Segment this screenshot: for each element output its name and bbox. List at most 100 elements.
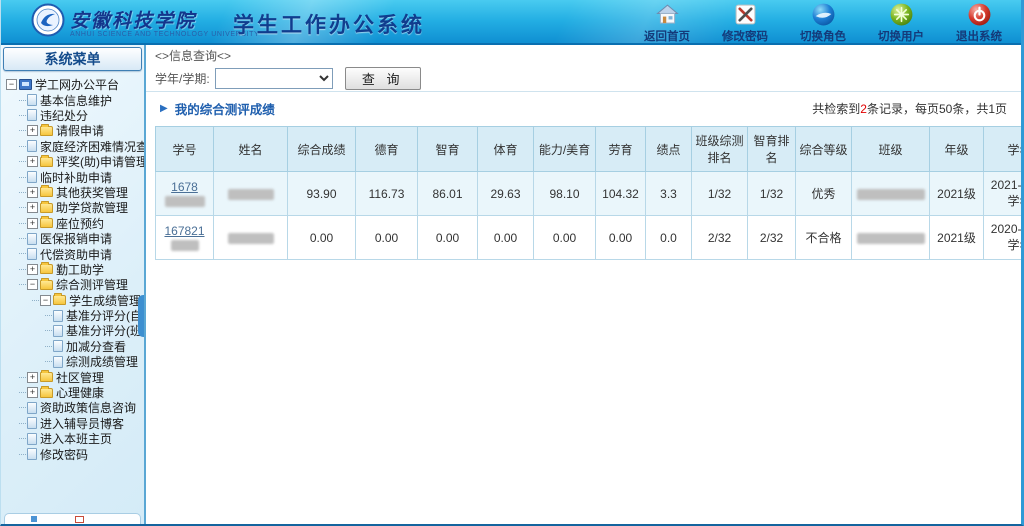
cell-moral-score: 0.00 <box>356 216 418 260</box>
expand-icon[interactable]: + <box>27 264 38 275</box>
header-action-label: 返回首页 <box>644 28 690 44</box>
table-row: 1678210.000.000.000.000.000.000.02/322/3… <box>156 216 1022 260</box>
tree-item[interactable]: 进入本班主页 <box>3 431 144 446</box>
tree-connector <box>19 130 26 131</box>
folder-icon <box>40 157 53 167</box>
cell-ability-aesthetic-score: 98.10 <box>534 172 596 216</box>
tree-item[interactable]: 违纪处分 <box>3 108 144 123</box>
tree-item[interactable]: +其他获奖管理 <box>3 185 144 200</box>
tree-item[interactable]: 代偿资助申请 <box>3 246 144 261</box>
column-overall-grade: 综合等级 <box>796 127 852 172</box>
university-name-en: ANHUI SCIENCE AND TECHNOLOGY UNIVERSITY <box>70 31 259 38</box>
cell-academic-year: 2021-2022学年 <box>984 172 1022 216</box>
redacted-name <box>228 189 274 200</box>
page-icon <box>27 140 37 152</box>
results-table: 学号姓名综合成绩德育智育体育能力/美育劳育绩点班级综测排名智育排名综合等级班级年… <box>155 126 1021 260</box>
tree-item[interactable]: +助学贷款管理 <box>3 200 144 215</box>
tree-connector <box>19 454 26 455</box>
expand-icon[interactable]: + <box>27 218 38 229</box>
sidebar-menu-title[interactable]: 系统菜单 <box>3 47 142 71</box>
column-gpa: 绩点 <box>646 127 692 172</box>
cell-class-overall-rank: 1/32 <box>692 172 748 216</box>
tree-item[interactable]: 医保报销申请 <box>3 231 144 246</box>
header-action-label: 切换用户 <box>878 28 924 44</box>
tree-item[interactable]: +心理健康 <box>3 385 144 400</box>
tree-item[interactable]: −学生成绩管理 <box>3 292 144 307</box>
header-action-4[interactable]: 切换用户 <box>875 2 927 44</box>
sidebar-bottom-bar[interactable] <box>4 513 141 524</box>
header-action-1[interactable]: 返回首页 <box>641 2 693 44</box>
tree-item[interactable]: −学工网办公平台 <box>3 77 144 92</box>
tree-item[interactable]: 加减分查看 <box>3 339 144 354</box>
expand-icon[interactable]: + <box>27 202 38 213</box>
student-id-link[interactable]: 1678 <box>171 180 198 194</box>
cell-class-name <box>852 216 930 260</box>
university-name: 安徽科技学院 <box>70 6 259 33</box>
query-button[interactable]: 查 询 <box>345 67 421 90</box>
cell-academic-year: 2020-2021学年 <box>984 216 1022 260</box>
collapse-icon[interactable]: − <box>6 79 17 90</box>
header-action-3[interactable]: 切换角色 <box>797 2 849 44</box>
page-icon <box>53 340 63 352</box>
column-class-overall-rank: 班级综测排名 <box>692 127 748 172</box>
column-intellectual-rank: 智育排名 <box>748 127 796 172</box>
cell-gpa: 3.3 <box>646 172 692 216</box>
tree-connector <box>19 100 26 101</box>
university-brand: 安徽科技学院 ANHUI SCIENCE AND TECHNOLOGY UNIV… <box>31 3 259 40</box>
cell-student-name <box>214 216 288 260</box>
table-header-row: 学号姓名综合成绩德育智育体育能力/美育劳育绩点班级综测排名智育排名综合等级班级年… <box>156 127 1022 172</box>
tree-item[interactable]: +勤工助学 <box>3 262 144 277</box>
tree-item[interactable]: 基本信息维护 <box>3 92 144 107</box>
tree-item[interactable]: 修改密码 <box>3 446 144 461</box>
folder-icon <box>40 280 53 290</box>
sidebar-collapse-handle[interactable] <box>138 295 144 337</box>
cell-student-id: 1678 <box>156 172 214 216</box>
tree-item[interactable]: 综测成绩管理 <box>3 354 144 369</box>
tree-connector <box>19 177 26 178</box>
expand-icon[interactable]: + <box>27 156 38 167</box>
cell-labor-score: 104.32 <box>596 172 646 216</box>
tree-item[interactable]: 基准分评分(班委) <box>3 323 144 338</box>
cell-intellectual-score: 86.01 <box>418 172 478 216</box>
column-physical-score: 体育 <box>478 127 534 172</box>
tree-connector <box>19 161 26 162</box>
cell-labor-score: 0.00 <box>596 216 646 260</box>
tree-item[interactable]: +座位预约 <box>3 216 144 231</box>
tree-connector <box>19 223 26 224</box>
collapse-icon[interactable]: − <box>40 295 51 306</box>
cell-class-name <box>852 172 930 216</box>
expand-icon[interactable]: + <box>27 387 38 398</box>
tree-item[interactable]: 进入辅导员博客 <box>3 416 144 431</box>
header-action-label: 退出系统 <box>956 28 1002 44</box>
header-action-2[interactable]: 修改密码 <box>719 2 771 44</box>
tree-item[interactable]: 资助政策信息咨询 <box>3 400 144 415</box>
tree-connector <box>45 346 52 347</box>
table-row: 167893.90116.7386.0129.6398.10104.323.31… <box>156 172 1022 216</box>
expand-icon[interactable]: + <box>27 125 38 136</box>
menu-tree: −学工网办公平台基本信息维护违纪处分+请假申请家庭经济困难情况查看+评奖(助)申… <box>1 75 144 462</box>
app-window: 安徽科技学院 ANHUI SCIENCE AND TECHNOLOGY UNIV… <box>0 0 1024 526</box>
tree-item[interactable]: +请假申请 <box>3 123 144 138</box>
collapse-icon[interactable]: − <box>27 279 38 290</box>
tree-item[interactable]: +评奖(助)申请管理 <box>3 154 144 169</box>
bottom-bar-mail-icon <box>75 516 84 523</box>
tree-connector <box>19 269 26 270</box>
expand-icon[interactable]: + <box>27 372 38 383</box>
student-id-link[interactable]: 167821 <box>164 224 204 238</box>
tree-item[interactable]: 基准分评分(自评) <box>3 308 144 323</box>
folder-icon <box>40 187 53 197</box>
tree-item[interactable]: +社区管理 <box>3 369 144 384</box>
cell-overall-grade: 不合格 <box>796 216 852 260</box>
column-ability-aesthetic-score: 能力/美育 <box>534 127 596 172</box>
tree-item[interactable]: 临时补助申请 <box>3 169 144 184</box>
header-action-5[interactable]: 退出系统 <box>953 2 1005 44</box>
section-title: 我的综合测评成绩 <box>175 99 275 118</box>
record-count: 2 <box>860 102 867 116</box>
tree-item[interactable]: −综合测评管理 <box>3 277 144 292</box>
expand-icon[interactable]: + <box>27 187 38 198</box>
cell-overall-grade: 优秀 <box>796 172 852 216</box>
tree-connector <box>45 361 52 362</box>
term-select[interactable] <box>215 68 333 89</box>
platform-icon <box>19 79 32 90</box>
tree-item[interactable]: 家庭经济困难情况查看 <box>3 139 144 154</box>
